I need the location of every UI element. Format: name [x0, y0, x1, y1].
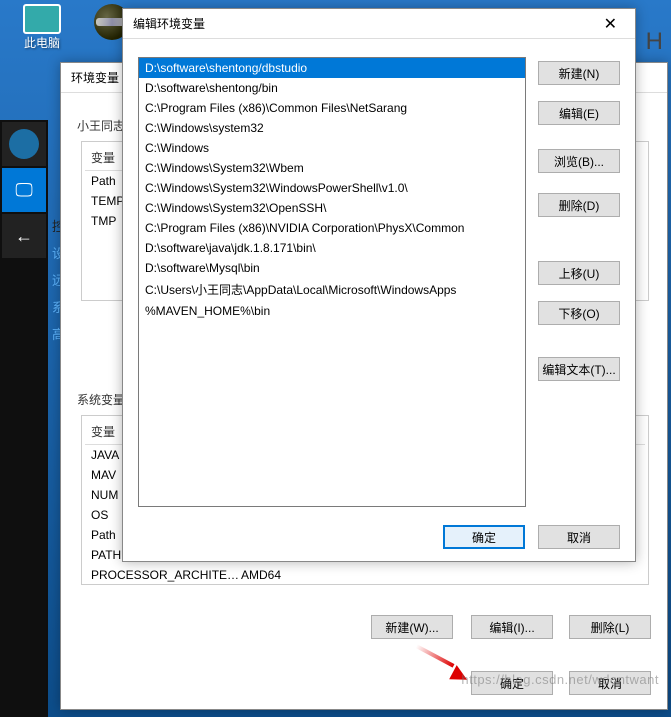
- cortana-icon[interactable]: [2, 122, 46, 166]
- title-text: 编辑环境变量: [133, 15, 205, 32]
- left-taskbar: 🖵 ←: [0, 120, 48, 717]
- new-button[interactable]: 新建(N): [538, 61, 620, 85]
- new-sys-button[interactable]: 新建(W)...: [371, 615, 453, 639]
- edit-text-button[interactable]: 编辑文本(T)...: [538, 357, 620, 381]
- path-entry-row[interactable]: D:\software\shentong/dbstudio: [139, 58, 525, 78]
- path-entry-row[interactable]: C:\Windows\System32\Wbem: [139, 158, 525, 178]
- move-up-button[interactable]: 上移(U): [538, 261, 620, 285]
- window-edit-env-variable: 编辑环境变量 ✕ D:\software\shentong/dbstudioD:…: [122, 8, 636, 562]
- path-entry-row[interactable]: C:\Program Files (x86)\Common Files\NetS…: [139, 98, 525, 118]
- edit-button[interactable]: 编辑(E): [538, 101, 620, 125]
- window-letter-h: H: [646, 28, 663, 56]
- path-entry-row[interactable]: C:\Program Files (x86)\NVIDIA Corporatio…: [139, 218, 525, 238]
- path-entry-row[interactable]: D:\software\shentong/bin: [139, 78, 525, 98]
- group-sys-vars-label: 系统变量: [77, 391, 125, 408]
- path-entry-row[interactable]: C:\Windows: [139, 138, 525, 158]
- back-icon[interactable]: ←: [2, 214, 46, 258]
- edit-sys-button[interactable]: 编辑(I)...: [471, 615, 553, 639]
- path-entry-row[interactable]: C:\Windows\System32\WindowsPowerShell\v1…: [139, 178, 525, 198]
- delete-button[interactable]: 删除(D): [538, 193, 620, 217]
- path-entry-row[interactable]: C:\Windows\system32: [139, 118, 525, 138]
- title-text: 环境变量: [71, 69, 119, 86]
- system-icon[interactable]: 🖵: [2, 168, 46, 212]
- titlebar-editenv: 编辑环境变量 ✕: [123, 9, 635, 39]
- close-button[interactable]: ✕: [596, 14, 625, 34]
- delete-sys-button[interactable]: 删除(L): [569, 615, 651, 639]
- path-entries-listbox[interactable]: D:\software\shentong/dbstudioD:\software…: [138, 57, 526, 507]
- table-row[interactable]: PROCESSOR_ARCHITECT...AMD64: [85, 565, 645, 585]
- move-down-button[interactable]: 下移(O): [538, 301, 620, 325]
- desktop-icon-label: 此电脑: [12, 34, 72, 51]
- ok-button-envvars[interactable]: 确定: [471, 671, 553, 695]
- path-entry-row[interactable]: C:\Users\小王同志\AppData\Local\Microsoft\Wi…: [139, 278, 525, 301]
- cancel-button-editenv[interactable]: 取消: [538, 525, 620, 549]
- path-entry-row[interactable]: D:\software\Mysql\bin: [139, 258, 525, 278]
- path-entry-row[interactable]: %MAVEN_HOME%\bin: [139, 301, 525, 321]
- ok-button-editenv[interactable]: 确定: [443, 525, 525, 549]
- browse-button[interactable]: 浏览(B)...: [538, 149, 620, 173]
- path-entry-row[interactable]: C:\Windows\System32\OpenSSH\: [139, 198, 525, 218]
- monitor-icon: [23, 4, 61, 34]
- path-entry-row[interactable]: D:\software\java\jdk.1.8.171\bin\: [139, 238, 525, 258]
- desktop-icon-this-pc[interactable]: 此电脑: [12, 4, 72, 51]
- cancel-button-envvars[interactable]: 取消: [569, 671, 651, 695]
